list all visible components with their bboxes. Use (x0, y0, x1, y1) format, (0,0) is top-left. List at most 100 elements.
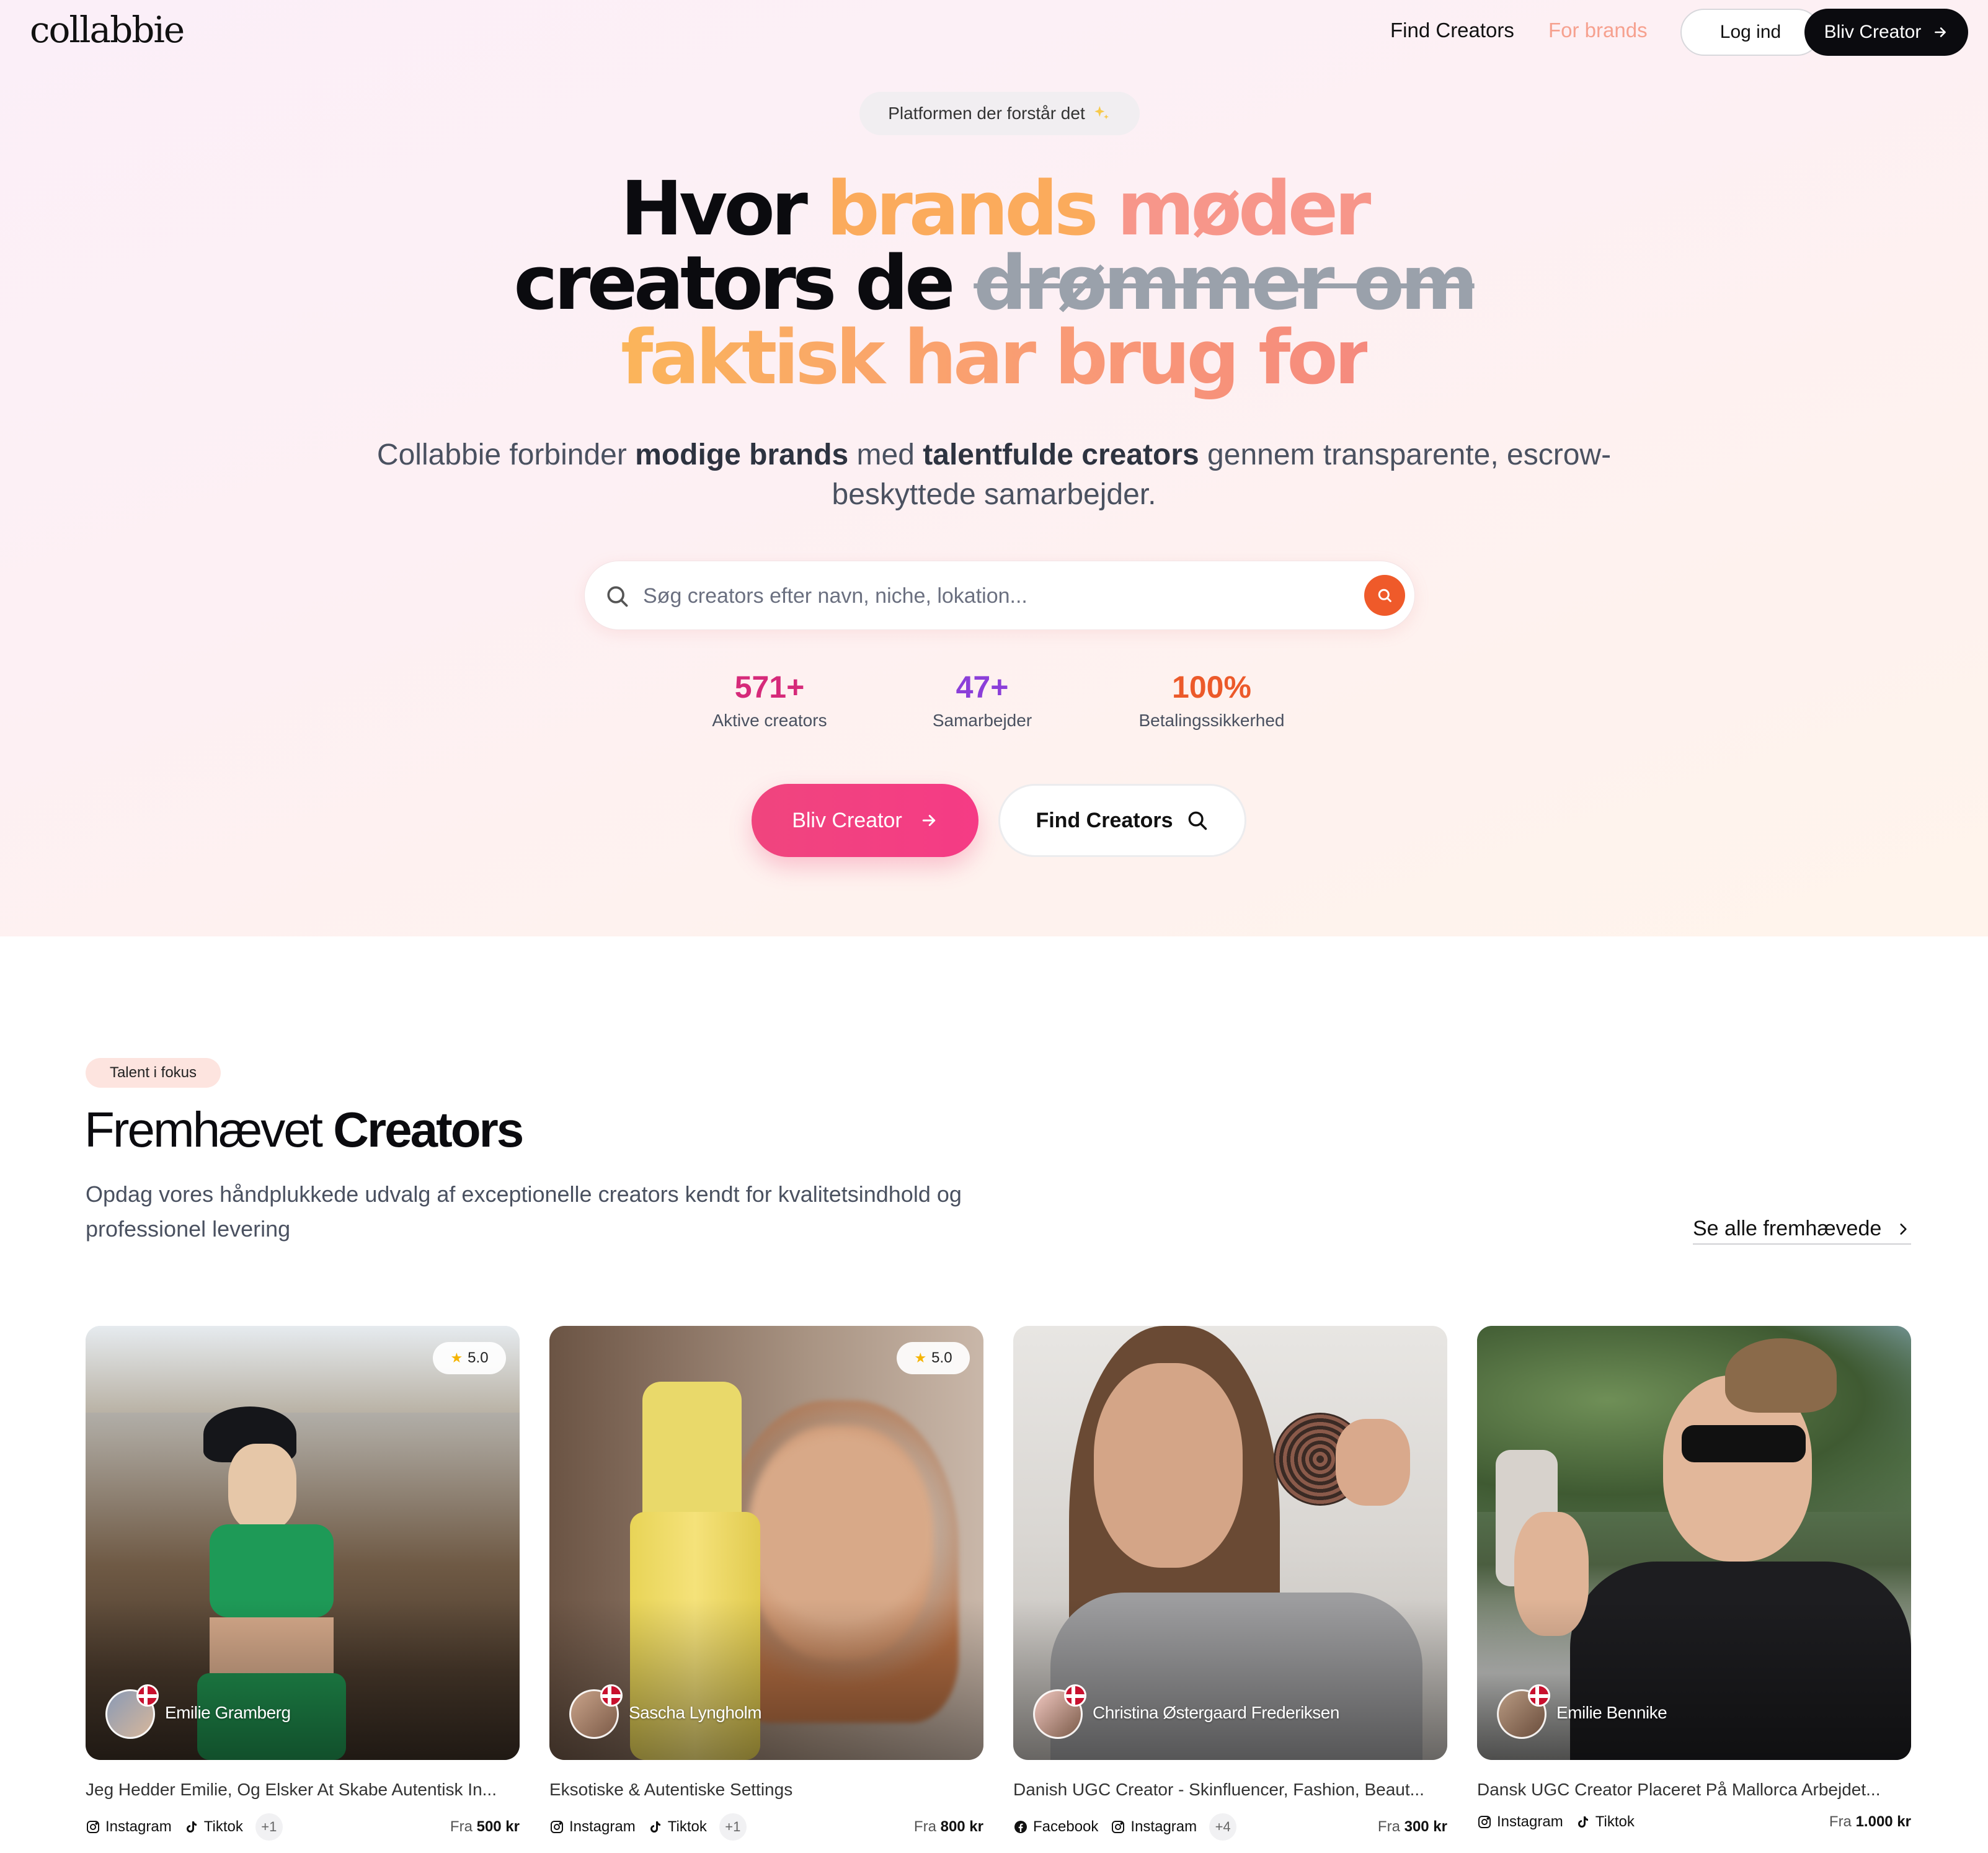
price: Fra 800 kr (914, 1818, 983, 1836)
tiktok-icon (184, 1820, 199, 1834)
price: Fra 1.000 kr (1829, 1813, 1911, 1831)
more-platforms-badge: +1 (255, 1813, 283, 1841)
photo-shade (1013, 1599, 1447, 1760)
stat-label: Samarbejder (932, 711, 1032, 730)
headline-line-3: faktisk har brug for (0, 321, 1988, 396)
platform-facebook: Facebook (1013, 1818, 1098, 1836)
stat-payment-security: 100% Betalingssikkerhed (1125, 669, 1298, 731)
stat-value: 47+ (956, 670, 1009, 704)
hero-become-creator-button[interactable]: Bliv Creator (752, 784, 978, 857)
instagram-icon (86, 1820, 100, 1834)
headline-line-2: creators de drømmer om (0, 247, 1988, 321)
creator-photo[interactable]: ★ 5.0 Emilie Gramberg (86, 1326, 520, 1760)
stat-collaborations: 47+ Samarbejder (914, 669, 1050, 731)
platform-instagram: Instagram (549, 1818, 636, 1836)
platform-instagram: Instagram (1111, 1818, 1197, 1836)
creator-name: Emilie Gramberg (165, 1703, 291, 1722)
platform-label: Tiktok (1595, 1813, 1635, 1830)
nav-become-creator-button[interactable]: Bliv Creator (1804, 9, 1968, 56)
headline-word-moder: møder (1117, 166, 1371, 252)
chevron-right-icon (1895, 1221, 1911, 1237)
photo-face (1094, 1363, 1243, 1568)
price: Fra 300 kr (1378, 1818, 1447, 1836)
creator-meta: Instagram Tiktok Fra 1.000 kr (1477, 1810, 1911, 1834)
photo-shade (1477, 1599, 1911, 1760)
become-creator-label: Bliv Creator (1824, 22, 1922, 42)
section-tag: Talent i fokus (86, 1058, 221, 1088)
headline-line-1: Hvor brands møder (0, 172, 1988, 247)
creator-photo[interactable]: Emilie Bennike (1477, 1326, 1911, 1760)
hero-headline: Hvor brands møder creators de drømmer om… (0, 172, 1988, 396)
price-prefix: Fra (913, 1818, 941, 1835)
search-submit-button[interactable] (1364, 575, 1405, 616)
search-icon (603, 582, 631, 610)
creator-name: Emilie Bennike (1556, 1703, 1667, 1722)
search-icon (1375, 586, 1394, 605)
sparkles-icon (1091, 104, 1111, 123)
nav-find-creators[interactable]: Find Creators (1390, 19, 1514, 42)
instagram-icon (1111, 1820, 1125, 1834)
section-description: Opdag vores håndplukkede udvalg af excep… (86, 1181, 962, 1242)
creator-search-bar[interactable] (584, 561, 1415, 630)
login-button[interactable]: Log ind (1680, 9, 1821, 56)
price-value: 500 kr (476, 1818, 520, 1835)
platform-tiktok: Tiktok (184, 1818, 243, 1836)
stat-value: 571+ (734, 670, 805, 704)
headline-strikethrough: drømmer om (974, 241, 1478, 327)
platform-tiktok: Tiktok (648, 1818, 707, 1836)
creator-meta: Facebook Instagram +4 Fra 300 kr (1013, 1813, 1447, 1841)
creator-photo[interactable]: Christina Østergaard Frederiksen (1013, 1326, 1447, 1760)
hero-section: collabbie Find Creators For brands Log i… (0, 0, 1988, 936)
creator-photo[interactable]: ★ 5.0 Sascha Lyngholm (549, 1326, 983, 1760)
creator-description: Eksotiske & Autentiske Settings (549, 1780, 793, 1799)
creator-meta: Instagram Tiktok +1 Fra 500 kr (86, 1813, 520, 1841)
subtitle-text: med (848, 438, 923, 471)
photo-hand (1336, 1419, 1410, 1506)
headline-gradient-text: faktisk har brug for (621, 315, 1371, 401)
denmark-flag-icon (600, 1684, 623, 1707)
creator-card[interactable]: Christina Østergaard Frederiksen Danish … (1013, 1326, 1447, 1841)
denmark-flag-icon (1064, 1684, 1086, 1707)
photo-face (228, 1444, 296, 1531)
platform-label: Facebook (1033, 1818, 1099, 1835)
price: Fra 500 kr (450, 1818, 520, 1836)
platform-label: Instagram (1497, 1813, 1563, 1830)
photo-shade (549, 1599, 983, 1760)
star-icon: ★ (914, 1350, 927, 1366)
search-icon (1186, 809, 1209, 832)
instagram-icon (549, 1820, 564, 1834)
rating-badge: ★ 5.0 (897, 1342, 970, 1374)
top-nav: collabbie Find Creators For brands Log i… (0, 0, 1988, 64)
price-prefix: Fra (1829, 1813, 1856, 1830)
more-platforms-badge: +4 (1209, 1813, 1237, 1841)
platform-label: Instagram (105, 1818, 172, 1835)
creator-description: Dansk UGC Creator Placeret På Mallorca A… (1477, 1780, 1881, 1799)
photo-sunglasses (1682, 1425, 1806, 1462)
see-all-featured-link[interactable]: Se alle fremhævede (1693, 1217, 1912, 1245)
search-input[interactable] (643, 577, 1313, 615)
cta-secondary-label: Find Creators (1036, 808, 1173, 832)
nav-for-brands[interactable]: For brands (1548, 19, 1648, 42)
creator-meta: Instagram Tiktok +1 Fra 800 kr (549, 1813, 983, 1841)
platform-instagram: Instagram (86, 1818, 172, 1836)
section-title-light: Fremhævet (84, 1102, 334, 1157)
hero-find-creators-button[interactable]: Find Creators (998, 784, 1246, 857)
stat-label: Betalingssikkerhed (1138, 711, 1285, 730)
photo-shade (86, 1599, 520, 1760)
price-prefix: Fra (1377, 1818, 1404, 1835)
creator-card[interactable]: Emilie Bennike Dansk UGC Creator Placere… (1477, 1326, 1911, 1834)
price-value: 800 kr (940, 1818, 983, 1835)
price-value: 300 kr (1404, 1818, 1447, 1835)
creator-card[interactable]: ★ 5.0 Emilie Gramberg Jeg Hedder Emilie, … (86, 1326, 520, 1841)
platform-label: Tiktok (667, 1818, 707, 1835)
cta-primary-label: Bliv Creator (792, 808, 902, 832)
platform-label: Instagram (569, 1818, 636, 1835)
logo[interactable]: collabbie (30, 9, 185, 51)
creator-card[interactable]: ★ 5.0 Sascha Lyngholm Eksotiske & Autenti… (549, 1326, 983, 1841)
more-platforms-badge: +1 (719, 1813, 747, 1841)
creator-description: Danish UGC Creator - Skinfluencer, Fashi… (1013, 1780, 1424, 1799)
price-prefix: Fra (450, 1818, 477, 1835)
platform-instagram: Instagram (1477, 1813, 1563, 1831)
platform-label: Instagram (1130, 1818, 1197, 1835)
creator-name: Christina Østergaard Frederiksen (1093, 1703, 1339, 1722)
